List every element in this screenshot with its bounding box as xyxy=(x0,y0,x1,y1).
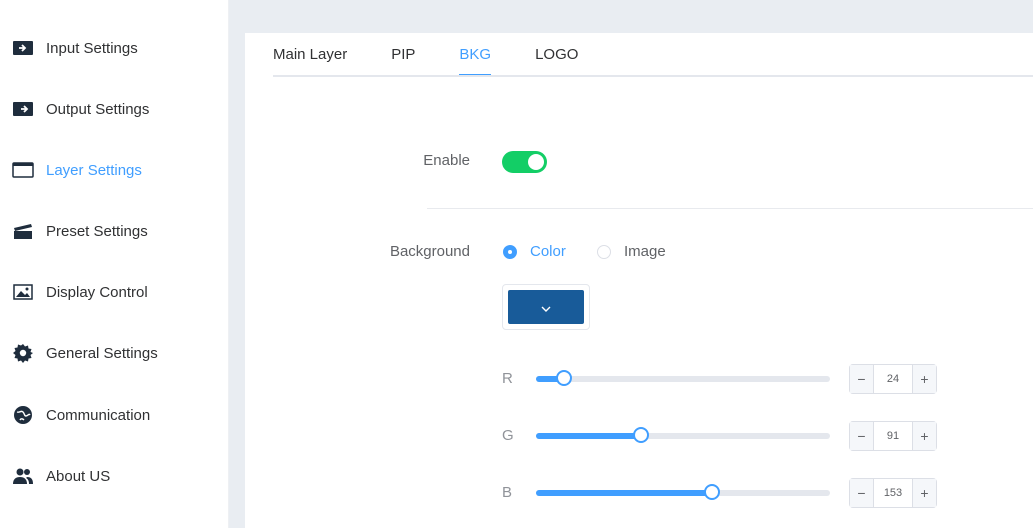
decrement-button[interactable]: − xyxy=(850,479,874,507)
tabs-divider xyxy=(273,75,1033,77)
background-label: Background xyxy=(389,243,470,260)
slider-thumb[interactable] xyxy=(704,484,720,500)
radio-image[interactable]: Image xyxy=(597,243,666,260)
channel-b-label: B xyxy=(502,484,513,501)
slider-b[interactable] xyxy=(536,484,830,500)
layer-tabs: Main Layer PIP BKG LOGO xyxy=(273,40,622,76)
channel-g-stepper: − 91 + xyxy=(849,421,937,451)
image-icon xyxy=(12,281,34,303)
output-icon xyxy=(12,98,34,120)
increment-button[interactable]: + xyxy=(912,365,936,393)
slider-r[interactable] xyxy=(536,370,830,386)
color-swatch xyxy=(508,290,584,324)
slider-fill xyxy=(536,433,641,439)
channel-r-stepper: − 24 + xyxy=(849,364,937,394)
radio-dot xyxy=(503,244,517,259)
sidebar-item-label: Display Control xyxy=(46,283,148,301)
sidebar-item-communication[interactable]: Communication xyxy=(0,395,229,435)
sidebar-item-input-settings[interactable]: Input Settings xyxy=(0,28,229,68)
radio-dot xyxy=(597,244,611,259)
sidebar-item-label: Layer Settings xyxy=(46,161,142,179)
sidebar-item-preset-settings[interactable]: Preset Settings xyxy=(0,211,229,251)
switch-knob xyxy=(528,154,544,170)
slider-thumb[interactable] xyxy=(556,370,572,386)
globe-icon xyxy=(12,404,34,426)
color-picker[interactable] xyxy=(502,284,590,330)
sidebar: Input Settings Output Settings Layer Set… xyxy=(0,0,229,528)
chevron-down-icon xyxy=(541,299,551,315)
sidebar-item-label: Preset Settings xyxy=(46,222,148,240)
slider-thumb[interactable] xyxy=(633,427,649,443)
sidebar-item-label: Input Settings xyxy=(46,39,138,57)
sidebar-item-output-settings[interactable]: Output Settings xyxy=(0,89,229,129)
layer-icon xyxy=(12,159,34,181)
gear-icon xyxy=(12,342,34,364)
channel-b-stepper: − 153 + xyxy=(849,478,937,508)
sidebar-item-general-settings[interactable]: General Settings xyxy=(0,333,229,373)
enable-switch[interactable] xyxy=(502,151,547,173)
sidebar-item-label: Communication xyxy=(46,406,151,424)
tab-logo[interactable]: LOGO xyxy=(535,40,578,76)
slider-g[interactable] xyxy=(536,427,830,443)
channel-b-value[interactable]: 153 xyxy=(874,479,912,507)
users-icon xyxy=(12,465,34,487)
sidebar-item-label: About US xyxy=(46,467,111,485)
increment-button[interactable]: + xyxy=(912,479,936,507)
form-divider xyxy=(427,208,1033,209)
input-icon xyxy=(12,37,34,59)
tab-main-layer[interactable]: Main Layer xyxy=(273,40,347,76)
radio-label: Color xyxy=(530,243,566,260)
sidebar-item-layer-settings[interactable]: Layer Settings xyxy=(0,150,229,190)
sidebar-item-label: Output Settings xyxy=(46,100,150,118)
clapperboard-icon xyxy=(12,220,34,242)
increment-button[interactable]: + xyxy=(912,422,936,450)
decrement-button[interactable]: − xyxy=(850,422,874,450)
radio-label: Image xyxy=(624,243,666,260)
channel-g-value[interactable]: 91 xyxy=(874,422,912,450)
channel-g-label: G xyxy=(502,427,514,444)
radio-color[interactable]: Color xyxy=(503,243,566,260)
enable-label: Enable xyxy=(423,152,470,169)
sidebar-item-about-us[interactable]: About US xyxy=(0,456,229,496)
sidebar-item-label: General Settings xyxy=(46,344,158,362)
decrement-button[interactable]: − xyxy=(850,365,874,393)
settings-panel xyxy=(245,33,1033,528)
sidebar-item-display-control[interactable]: Display Control xyxy=(0,272,229,312)
channel-r-value[interactable]: 24 xyxy=(874,365,912,393)
slider-fill xyxy=(536,490,712,496)
tab-pip[interactable]: PIP xyxy=(391,40,415,76)
tab-bkg[interactable]: BKG xyxy=(459,40,491,76)
channel-r-label: R xyxy=(502,370,513,387)
